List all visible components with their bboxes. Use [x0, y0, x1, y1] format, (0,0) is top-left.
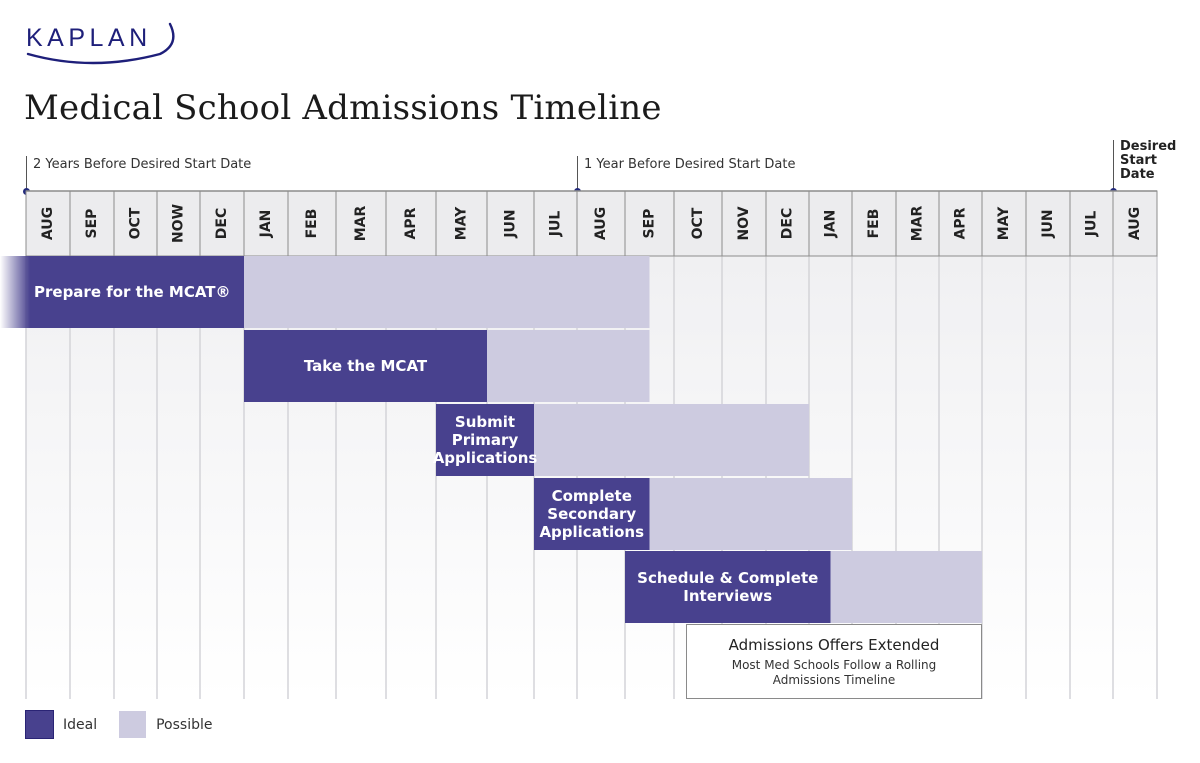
legend-label-ideal: Ideal	[63, 716, 98, 733]
month-label: NOW	[171, 204, 187, 243]
month-label: FEB	[304, 209, 320, 239]
timeline-chart: AUG SEP OCT NOW DEC JAN FEB MAR APR MAY JUN JUL AUG S…	[0, 190, 1158, 699]
admissions-offers-box: Admissions Offers Extended Most Med Scho…	[686, 624, 982, 699]
possible-bar	[487, 330, 650, 402]
month-label: APR	[403, 207, 419, 239]
month-label: JAN	[823, 210, 839, 239]
month-label: MAY	[454, 206, 470, 240]
month-label: JUN	[1040, 209, 1056, 238]
month-label: JUL	[548, 211, 564, 238]
task-label: Complete Secondary Applications	[539, 487, 645, 541]
task-label: Prepare for the MCAT®	[34, 283, 231, 301]
month-label: AUG	[40, 207, 56, 240]
month-label: MAR	[910, 206, 926, 242]
possible-bar	[830, 551, 982, 623]
month-label: SEP	[642, 209, 658, 239]
task-label: Submit Primary Applications	[432, 413, 538, 467]
legend-label-possible: Possible	[156, 716, 213, 733]
month-label: OCT	[128, 207, 144, 239]
month-label: OCT	[690, 207, 706, 239]
month-label: JUL	[1084, 211, 1100, 238]
task-label: Take the MCAT	[303, 357, 428, 375]
month-label: DEC	[214, 208, 230, 239]
offers-subtitle-line: Admissions Timeline	[772, 672, 896, 687]
month-label: APR	[953, 207, 969, 239]
month-label: FEB	[866, 209, 882, 239]
legend-swatch-possible	[119, 711, 147, 738]
legend: Ideal Possible	[25, 710, 235, 739]
month-label: SEP	[84, 209, 100, 239]
possible-bar	[649, 478, 852, 550]
month-label: AUG	[1127, 207, 1143, 240]
ideal-bar-fade	[0, 256, 30, 328]
legend-swatch-ideal	[25, 710, 54, 739]
month-label: MAY	[996, 206, 1012, 240]
possible-bar	[244, 256, 650, 328]
month-label: NOV	[736, 206, 752, 240]
task-label: Schedule & Complete Interviews	[637, 569, 819, 605]
month-label: JAN	[258, 210, 274, 239]
month-label: MAR	[353, 206, 369, 242]
month-label: JUN	[503, 209, 519, 238]
possible-bar	[534, 404, 809, 476]
offers-subtitle-line: Most Med Schools Follow a Rolling	[731, 657, 937, 672]
month-label: AUG	[593, 207, 609, 240]
month-label: DEC	[780, 208, 796, 239]
offers-title: Admissions Offers Extended	[728, 635, 940, 654]
